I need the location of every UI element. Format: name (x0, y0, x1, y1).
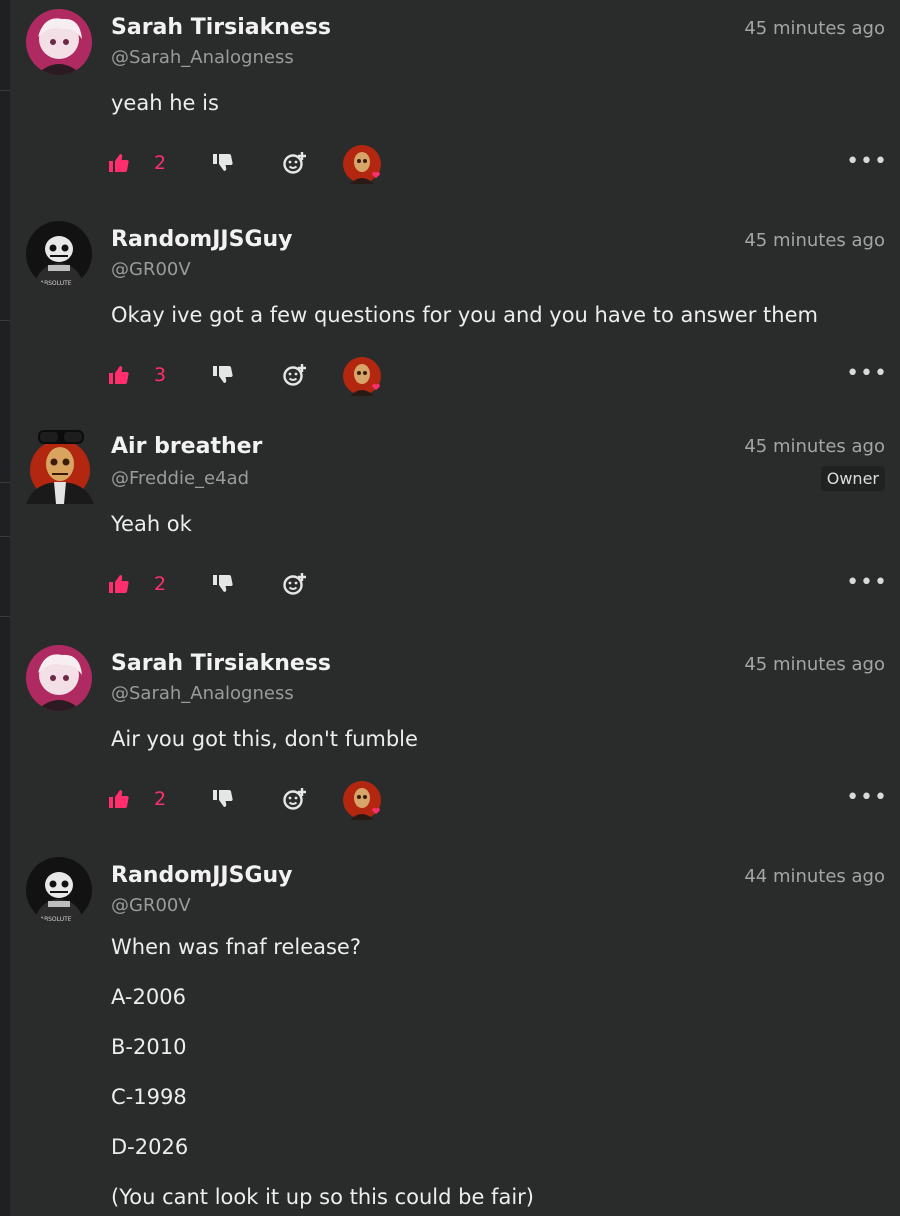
reaction-avatar[interactable] (342, 780, 386, 824)
add-reaction-button[interactable] (282, 562, 308, 610)
commenter-name[interactable]: RandomJJSGuy (111, 227, 293, 252)
comment-text-line: (You cant look it up so this could be fa… (111, 1185, 534, 1209)
commenter-handle[interactable]: @Freddie_e4ad (111, 468, 249, 489)
comment-text-line: Okay ive got a few questions for you and… (111, 303, 818, 327)
avatar-caption: ABSOLUTE (40, 916, 72, 923)
comment-actions: 3 ••• (106, 353, 896, 401)
dislike-button[interactable] (210, 353, 234, 401)
reaction-avatar[interactable] (342, 356, 386, 400)
like-button[interactable] (106, 141, 130, 189)
like-button[interactable] (106, 353, 130, 401)
comment-text-line: C-1998 (111, 1085, 187, 1109)
comment-actions: 2 ••• (106, 141, 896, 189)
comment-timestamp: 45 minutes ago (744, 436, 885, 457)
avatar[interactable] (26, 645, 92, 711)
like-count: 2 (154, 573, 167, 595)
dislike-button[interactable] (210, 141, 234, 189)
comment-actions: 2 ••• (106, 562, 896, 610)
commenter-name[interactable]: Sarah Tirsiakness (111, 15, 331, 40)
thumbs-up-icon (106, 151, 130, 179)
comment-text-line: A-2006 (111, 985, 186, 1009)
comment-text-line: B-2010 (111, 1035, 187, 1059)
thumbs-up-icon (106, 363, 130, 391)
comment-text-line: Yeah ok (111, 512, 192, 536)
comment-timestamp: 45 minutes ago (744, 654, 885, 675)
more-options-icon[interactable]: ••• (846, 149, 888, 174)
like-count: 3 (154, 364, 167, 386)
like-button[interactable] (106, 562, 130, 610)
left-edge-strip (0, 0, 10, 1216)
like-count: 2 (154, 788, 167, 810)
dislike-button[interactable] (210, 777, 234, 825)
avatar[interactable]: ABSOLUTE (26, 221, 92, 287)
thumbs-down-icon (210, 572, 234, 600)
comment-actions: 2 ••• (106, 777, 896, 825)
add-reaction-icon (282, 786, 308, 816)
commenter-name[interactable]: Sarah Tirsiakness (111, 651, 331, 676)
more-options-icon[interactable]: ••• (846, 570, 888, 595)
commenter-handle[interactable]: @Sarah_Analogness (111, 47, 294, 68)
comment-timestamp: 45 minutes ago (744, 18, 885, 39)
comment-text-line: Air you got this, don't fumble (111, 727, 418, 751)
commenter-handle[interactable]: @GR00V (111, 895, 191, 916)
add-reaction-icon (282, 362, 308, 392)
comment-body: Air you got this, don't fumble (111, 725, 418, 775)
more-options-icon[interactable]: ••• (846, 785, 888, 810)
comment-body: Okay ive got a few questions for you and… (111, 301, 818, 351)
commenter-handle[interactable]: @GR00V (111, 259, 191, 280)
add-reaction-button[interactable] (282, 353, 308, 401)
comment-timestamp: 44 minutes ago (744, 866, 885, 887)
thumbs-down-icon (210, 151, 234, 179)
commenter-name[interactable]: RandomJJSGuy (111, 863, 293, 888)
comment-body: yeah he is (111, 89, 219, 139)
add-reaction-button[interactable] (282, 777, 308, 825)
thumbs-down-icon (210, 363, 234, 391)
add-reaction-icon (282, 571, 308, 601)
like-count: 2 (154, 152, 167, 174)
comment-text-line: D-2026 (111, 1135, 189, 1159)
add-reaction-button[interactable] (282, 141, 308, 189)
add-reaction-icon (282, 150, 308, 180)
like-button[interactable] (106, 777, 130, 825)
comment-text-line: yeah he is (111, 91, 219, 115)
more-options-icon[interactable]: ••• (846, 361, 888, 386)
comment-body: Yeah ok (111, 510, 192, 560)
comment-body: When was fnaf release? A-2006 B-2010 C-1… (111, 933, 534, 1216)
avatar[interactable] (20, 426, 100, 504)
reaction-avatar[interactable] (342, 144, 386, 188)
avatar[interactable]: ABSOLUTE (26, 857, 92, 923)
dislike-button[interactable] (210, 562, 234, 610)
thumbs-down-icon (210, 787, 234, 815)
avatar[interactable] (26, 9, 92, 75)
owner-badge: Owner (820, 466, 885, 491)
thumbs-up-icon (106, 572, 130, 600)
commenter-handle[interactable]: @Sarah_Analogness (111, 683, 294, 704)
comment-timestamp: 45 minutes ago (744, 230, 885, 251)
comment-text-line: When was fnaf release? (111, 935, 362, 959)
commenter-name[interactable]: Air breather (111, 434, 262, 459)
avatar-caption: ABSOLUTE (40, 280, 72, 287)
thumbs-up-icon (106, 787, 130, 815)
comments-page: Sarah Tirsiakness @Sarah_Analogness 45 m… (0, 0, 900, 1216)
